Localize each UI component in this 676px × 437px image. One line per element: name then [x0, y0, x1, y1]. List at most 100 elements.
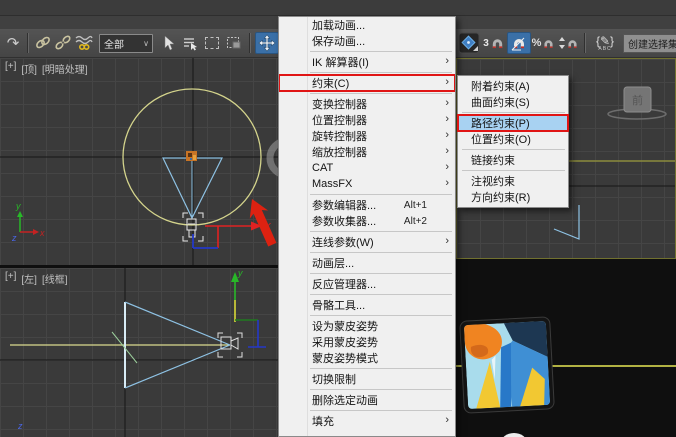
menu-item[interactable]: 约束(C) ›	[279, 75, 455, 91]
menu-item[interactable]: 连线参数(W) ›	[279, 234, 455, 250]
submenu-item[interactable]: 路径约束(P) ›	[458, 115, 568, 131]
viewcube: 前	[608, 87, 666, 119]
constraint-submenu: 附着约束(A) › 曲面约束(S) › 路径约束(P) › 位置约束(O) › …	[457, 75, 569, 208]
select-and-move-icon[interactable]	[255, 32, 279, 54]
angle-snap-icon[interactable]	[507, 32, 531, 54]
percent-snap-icon[interactable]: %	[531, 32, 556, 54]
toolbar-right-group: 3 % {✎} ABC 创建选择集 ▾	[457, 29, 676, 57]
submenu-arrow-icon: ›	[445, 161, 449, 173]
submenu-arrow-icon: ›	[445, 113, 449, 125]
edit-named-selection-sets-icon[interactable]: {✎} ABC	[592, 32, 618, 54]
submenu-item[interactable]: 链接约束 ›	[458, 152, 568, 168]
viewport-menu-view[interactable]: [顶]	[21, 61, 37, 76]
svg-text:x: x	[39, 228, 45, 238]
shortcut-label: Alt+1	[404, 200, 439, 211]
menu-item[interactable]: 骨骼工具... ›	[279, 297, 455, 313]
viewport-menu-shading[interactable]: [明暗处理]	[42, 61, 88, 76]
redo-icon[interactable]: ↷	[3, 32, 23, 54]
viewport-top-canvas: X y x z	[0, 58, 278, 265]
select-by-name-icon[interactable]	[179, 32, 201, 54]
viewport-left-label: [+] [左] [线框]	[5, 271, 68, 286]
submenu-item[interactable]: 曲面约束(S) ›	[458, 94, 568, 110]
menu-item[interactable]: 删除选定动画 ›	[279, 392, 455, 408]
menu-item[interactable]: 设为蒙皮姿势 ›	[279, 318, 455, 334]
submenu-item[interactable]: 附着约束(A) ›	[458, 78, 568, 94]
viewport-left-canvas: y z	[0, 268, 278, 437]
menu-item[interactable]: 采用蒙皮姿势 ›	[279, 334, 455, 350]
svg-text:z: z	[11, 233, 17, 243]
submenu-arrow-icon: ›	[445, 414, 449, 426]
spinner-snap-icon[interactable]	[556, 32, 580, 54]
snap-3d-icon[interactable]: 3	[481, 32, 507, 54]
viewport-top[interactable]: [+] [顶] [明暗处理]	[0, 58, 278, 265]
submenu-item[interactable]: 方向约束(R) ›	[458, 189, 568, 205]
submenu-arrow-icon: ›	[445, 97, 449, 109]
menu-bar	[0, 0, 676, 16]
menu-item[interactable]: 加载动画... ›	[279, 17, 455, 33]
camera-cone-wireframe	[163, 158, 222, 218]
svg-text:前: 前	[632, 93, 643, 107]
menu-item[interactable]: 参数编辑器... Alt+1 ›	[279, 197, 455, 213]
menu-item[interactable]: 缩放控制器 ›	[279, 144, 455, 160]
submenu-arrow-icon: ›	[445, 177, 449, 189]
toolbar-separator	[584, 33, 586, 53]
menu-item[interactable]: IK 解算器(I) ›	[279, 54, 455, 70]
tablet-object-top	[186, 151, 197, 161]
menu-item[interactable]: 切换限制 ›	[279, 371, 455, 387]
abc-label: ABC	[598, 47, 611, 52]
bind-to-space-warp-icon[interactable]	[73, 32, 95, 54]
snap-toggle-icon[interactable]	[457, 32, 481, 54]
viewport-camera[interactable]	[456, 269, 676, 437]
named-selection-set-field[interactable]: 创建选择集 ▾	[623, 34, 676, 53]
tablet-object	[460, 317, 555, 414]
viewport-left[interactable]: [+] [左] [线框] y z	[0, 268, 278, 437]
braces-pencil-label: {✎}	[596, 35, 614, 47]
menu-item[interactable]: 位置控制器 ›	[279, 112, 455, 128]
svg-text:y: y	[237, 268, 243, 278]
select-and-link-icon[interactable]	[33, 32, 53, 54]
menu-item[interactable]: 动画层... ›	[279, 255, 455, 271]
menu-item[interactable]: 填充 ›	[279, 413, 455, 429]
submenu-arrow-icon: ›	[445, 55, 449, 67]
selection-filter-dropdown[interactable]: 全部 ∨	[99, 34, 153, 53]
selection-filter-value: 全部	[100, 36, 143, 51]
viewport-top-label: [+] [顶] [明暗处理]	[5, 61, 88, 76]
3ds-max-window: { "menubar": { "items": [ {"label": "编辑(…	[0, 0, 676, 437]
menu-item[interactable]: 保存动画... ›	[279, 33, 455, 49]
percent-label: %	[532, 37, 542, 49]
viewcube-partial	[270, 141, 278, 175]
light-object-partial	[501, 433, 527, 437]
submenu-item[interactable]: 位置约束(O) ›	[458, 131, 568, 147]
menu-item[interactable]: 变换控制器 ›	[279, 96, 455, 112]
submenu-arrow-icon: ›	[445, 129, 449, 141]
animation-menu: 加载动画... › 保存动画... › IK 解算器(I) › 约束(C) › …	[278, 16, 456, 437]
viewport-menu-view[interactable]: [左]	[21, 271, 37, 286]
menu-item[interactable]: MassFX ›	[279, 176, 455, 192]
menu-item[interactable]: 旋转控制器 ›	[279, 128, 455, 144]
annotation-arrow	[243, 195, 278, 249]
viewport-menu-plus[interactable]: [+]	[5, 271, 16, 286]
snap-degree-label: 3	[483, 38, 489, 49]
svg-text:z: z	[17, 421, 23, 431]
chevron-down-icon: ∨	[143, 39, 152, 48]
submenu-arrow-icon: ›	[445, 235, 449, 247]
menu-item[interactable]: 反应管理器... ›	[279, 276, 455, 292]
axis-tripod: y x z	[11, 201, 45, 243]
toolbar-left-group: ↷ 全部 ∨	[0, 32, 301, 54]
toolbar-separator	[27, 33, 29, 53]
submenu-item[interactable]: 注视约束 ›	[458, 173, 568, 189]
camera-cone-fragment	[554, 205, 579, 239]
menu-item[interactable]: 蒙皮姿势模式 ›	[279, 350, 455, 366]
move-gizmo: y	[231, 268, 266, 347]
viewport-camera-canvas	[456, 269, 676, 437]
menu-item[interactable]: CAT ›	[279, 160, 455, 176]
unlink-selection-icon[interactable]	[53, 32, 73, 54]
viewport-menu-plus[interactable]: [+]	[5, 61, 16, 76]
named-selection-set-value: 创建选择集	[624, 36, 676, 51]
viewport-menu-shading[interactable]: [线框]	[42, 271, 68, 286]
menu-item[interactable]: 参数收集器... Alt+2 ›	[279, 213, 455, 229]
shortcut-label: Alt+2	[404, 216, 439, 227]
rectangular-selection-region-icon[interactable]	[201, 32, 223, 54]
select-object-icon[interactable]	[157, 32, 179, 54]
window-crossing-icon[interactable]	[223, 32, 245, 54]
